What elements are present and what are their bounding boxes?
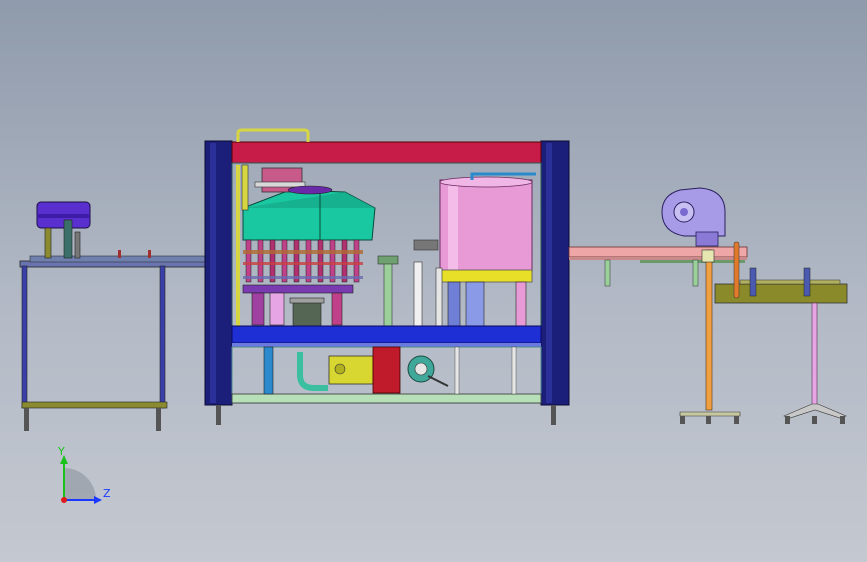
filler-drum	[292, 299, 322, 327]
motor-box	[372, 346, 401, 394]
centre-valve-block	[413, 239, 439, 251]
tank-leg	[465, 281, 485, 327]
filler-starwheel	[242, 284, 354, 294]
main-foot	[216, 405, 221, 425]
column-highlight	[546, 143, 552, 403]
filling-machine	[204, 128, 570, 425]
tank-leg	[515, 281, 527, 327]
filler-drum-top	[289, 297, 325, 304]
filler-top-motor-band	[254, 181, 306, 188]
z-axis-label: Z	[103, 487, 111, 500]
capper-head-band	[37, 214, 90, 218]
motor-unit-hub	[334, 363, 346, 375]
buffer-tank-top	[439, 176, 533, 188]
outfeed-stand-head	[701, 249, 715, 263]
z-axis-arrow	[94, 496, 102, 504]
outfeed-stand-post	[705, 249, 713, 411]
filling-valves	[243, 239, 363, 283]
blue-table-lip	[232, 343, 541, 347]
frame-column-left	[204, 140, 233, 406]
axis-triad-icon: Y Z	[57, 445, 111, 504]
valve	[269, 239, 276, 283]
outfeed-conveyor	[568, 187, 848, 424]
outfeed-stand-foot	[706, 416, 711, 424]
filler-bottle	[331, 292, 343, 326]
capper-leg-left	[21, 265, 28, 409]
outfeed-bottle	[803, 267, 811, 297]
valve	[281, 239, 288, 283]
conveyor-rail	[569, 257, 747, 260]
valve-manifold	[243, 276, 363, 279]
lower-pipe	[297, 352, 328, 391]
tank-base-ring	[439, 269, 533, 283]
main-foot	[551, 405, 556, 425]
capper-station	[19, 201, 206, 431]
axis-triad-shadow	[64, 468, 96, 500]
valve	[305, 239, 312, 283]
capper-column	[63, 219, 73, 259]
lower-post	[511, 346, 517, 395]
capper-chute	[74, 231, 81, 259]
outfeed-stand-base	[783, 403, 847, 419]
conveyor-side-rail	[640, 260, 745, 263]
gear-arm	[427, 375, 449, 387]
capper-post	[148, 250, 151, 258]
valve-manifold	[243, 250, 363, 254]
gear-wheel-inner	[414, 362, 428, 376]
outfeed-stand-post	[811, 302, 818, 408]
filler-side-post	[236, 165, 240, 327]
valve	[293, 239, 300, 283]
top-handle	[236, 128, 310, 142]
filler-top-cap	[287, 185, 333, 195]
valve	[317, 239, 324, 283]
capper-feet	[156, 408, 161, 431]
valve-manifold	[243, 262, 363, 265]
filler-left-post	[241, 164, 249, 211]
outfeed-stand-foot	[840, 416, 845, 424]
capper-feet	[24, 408, 29, 431]
lower-post	[263, 346, 274, 395]
valve	[329, 239, 336, 283]
buffer-tank-highlight	[448, 184, 458, 270]
capper-post	[118, 250, 121, 258]
outfeed-bottle	[749, 267, 757, 297]
lower-base-rail	[231, 393, 542, 404]
capper-conveyor	[29, 255, 206, 263]
centre-valve-block	[377, 255, 399, 265]
column-highlight	[210, 143, 216, 403]
conveyor-pink	[568, 246, 748, 258]
capper-column	[44, 227, 52, 259]
tank-pipe	[435, 267, 443, 327]
tank-leg	[447, 281, 461, 327]
filler-bottle	[251, 292, 265, 326]
centre-pipe	[413, 261, 423, 327]
lower-post	[454, 346, 460, 395]
y-axis-label: Y	[57, 445, 65, 458]
filler-bottle	[269, 292, 285, 326]
capper-bottom-rail	[21, 401, 168, 409]
blue-table	[231, 325, 542, 344]
conveyor-support	[692, 259, 699, 287]
frame-column-right	[540, 140, 570, 406]
blower-fan-hub	[680, 208, 688, 216]
valve	[341, 239, 348, 283]
valve	[245, 239, 252, 283]
axis-origin	[61, 497, 67, 503]
outfeed-stand-foot	[785, 416, 790, 424]
centre-pipe	[383, 261, 393, 327]
blower-outlet	[695, 231, 719, 247]
outfeed-stand-foot	[680, 416, 685, 424]
valve	[257, 239, 264, 283]
valve	[353, 239, 360, 283]
conveyor-support	[604, 259, 611, 287]
outfeed-stand-foot	[812, 416, 817, 424]
outfeed-stand-foot	[734, 416, 739, 424]
top-beam	[231, 141, 542, 164]
outfeed-stand-base	[679, 411, 741, 417]
cad-viewport[interactable]: Y Z	[0, 0, 867, 562]
orange-pipe	[733, 241, 740, 299]
capper-leg-right	[159, 265, 166, 409]
